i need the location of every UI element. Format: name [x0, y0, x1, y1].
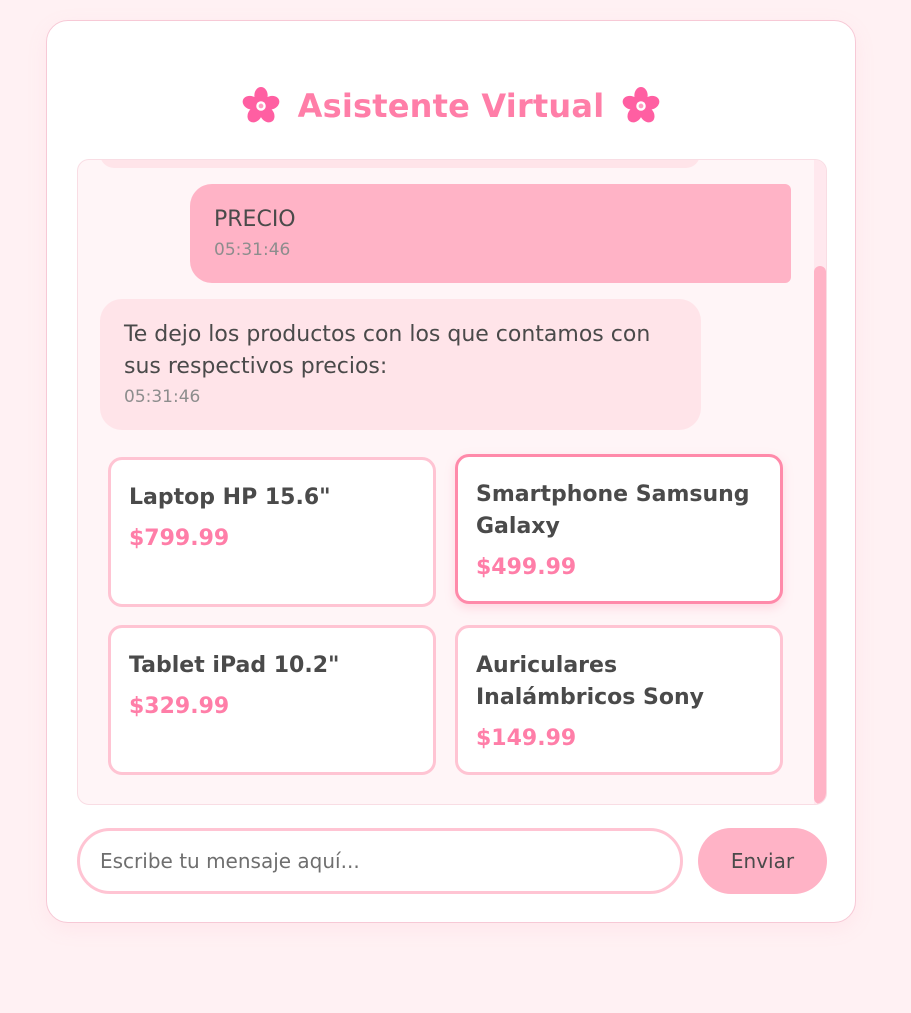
- message-composer: Enviar: [77, 828, 827, 894]
- bot-message-bubble: Te dejo los productos con los que contam…: [100, 299, 701, 430]
- product-card[interactable]: Smartphone Samsung Galaxy $499.99: [455, 454, 783, 604]
- header: Asistente Virtual: [47, 87, 855, 125]
- product-name: Laptop HP 15.6": [129, 485, 331, 510]
- chat-messages-area[interactable]: PRECIO 05:31:46 Te dejo los productos co…: [77, 159, 827, 805]
- product-name: Smartphone Samsung Galaxy: [476, 482, 750, 539]
- scrollbar-thumb[interactable]: [814, 266, 826, 804]
- product-card[interactable]: Laptop HP 15.6" $799.99: [108, 457, 436, 607]
- message-timestamp: 05:31:46: [214, 240, 291, 260]
- send-button[interactable]: Enviar: [698, 828, 827, 894]
- previous-message-bubble: [100, 160, 700, 168]
- product-price: $799.99: [129, 526, 230, 551]
- page-title: Asistente Virtual: [297, 87, 605, 125]
- product-price: $499.99: [476, 555, 577, 580]
- product-name: Auriculares Inalámbricos Sony: [476, 653, 705, 710]
- scrollbar-track[interactable]: [814, 160, 826, 804]
- product-card[interactable]: Auriculares Inalámbricos Sony $149.99: [455, 625, 783, 775]
- message-text: PRECIO: [214, 207, 296, 232]
- product-price: $329.99: [129, 694, 230, 719]
- product-card[interactable]: Tablet iPad 10.2" $329.99: [108, 625, 436, 775]
- message-timestamp: 05:31:46: [124, 387, 201, 407]
- product-name: Tablet iPad 10.2": [129, 653, 340, 678]
- chat-window: Asistente Virtual PRECIO 05:31:46 Te dej…: [46, 20, 856, 923]
- message-input[interactable]: [77, 828, 683, 894]
- cherry-blossom-icon: [623, 87, 660, 123]
- cherry-blossom-icon: [242, 87, 279, 123]
- message-text: Te dejo los productos con los que contam…: [124, 322, 651, 379]
- product-price: $149.99: [476, 726, 577, 751]
- user-message-bubble: PRECIO 05:31:46: [190, 184, 791, 283]
